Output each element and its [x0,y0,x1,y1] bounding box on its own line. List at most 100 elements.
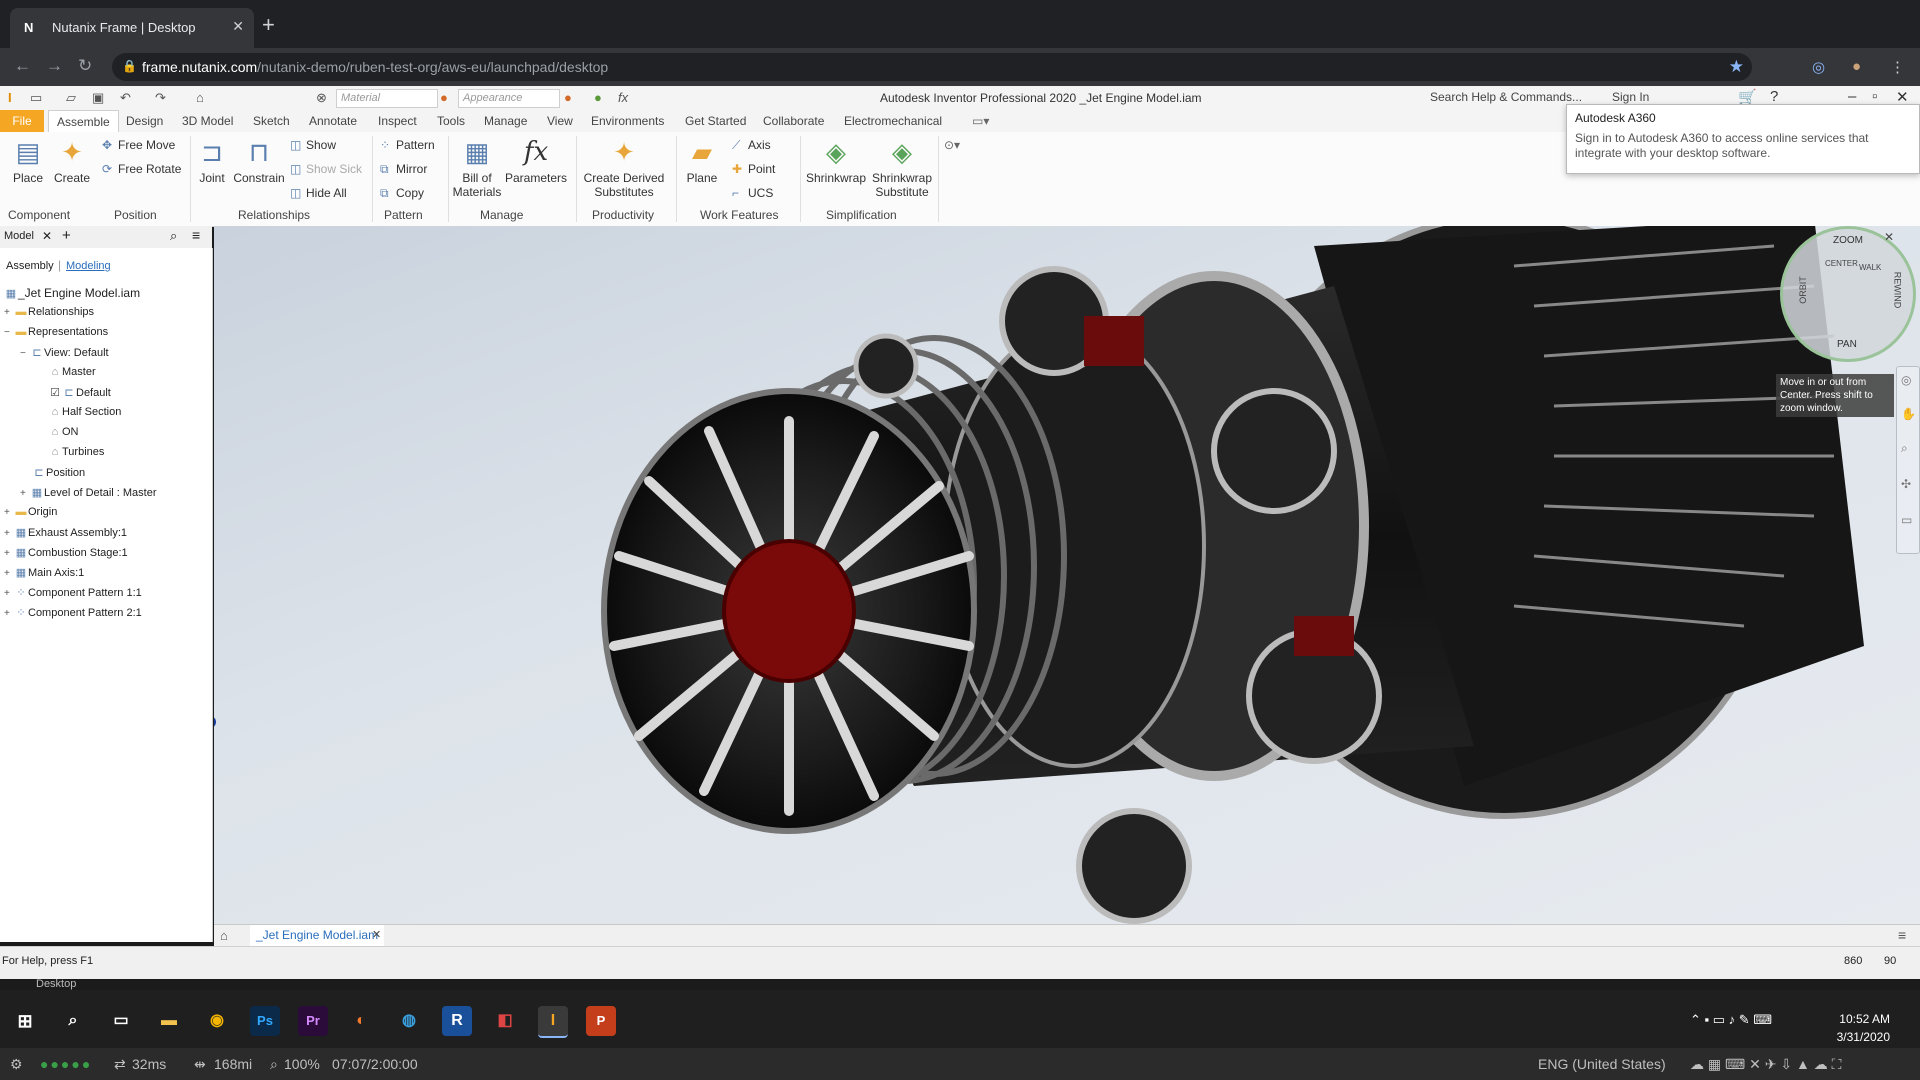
constrain-button[interactable]: ⊓ Constrain [232,136,286,185]
free-rotate-button[interactable]: ⟳ Free Rotate [102,162,181,176]
group-simplification[interactable]: Simplification [826,208,897,222]
collapse-icon[interactable]: − [4,327,14,338]
expand-icon[interactable]: + [4,588,14,599]
forward-icon[interactable]: → [46,56,63,76]
minimize-icon[interactable]: – [1848,88,1856,105]
adjust-appearance-icon[interactable]: ● [594,90,602,105]
blender-icon[interactable]: ◐ [346,1006,376,1036]
tree-item[interactable]: + ▬ Relationships [4,306,94,318]
document-tab[interactable]: _Jet Engine Model.iam [250,925,385,948]
photoshop-icon[interactable]: Ps [250,1006,280,1036]
expand-icon[interactable]: + [4,528,14,539]
plane-button[interactable]: ▰ Plane [682,136,722,185]
tab-collaborate[interactable]: Collaborate [763,114,824,128]
maximize-icon[interactable]: ▫ [1872,88,1877,105]
close-document-icon[interactable]: ✕ [372,928,381,941]
pattern-button[interactable]: ⁘ Pattern [380,138,435,152]
orbit-icon[interactable]: ✣ [1901,477,1911,491]
expand-icon[interactable]: + [4,608,14,619]
home-tab-icon[interactable]: ⌂ [220,928,228,943]
tree-item[interactable]: − ⊏ View: Default [20,346,109,359]
steering-wheel[interactable]: ZOOM ORBIT CENTER WALK REWIND PAN [1780,226,1916,362]
tab-electromechanical[interactable]: Electromechanical [844,114,942,128]
search-icon[interactable]: ⌕ [170,228,177,244]
powerpoint-icon[interactable]: P [586,1006,616,1036]
expand-icon[interactable]: + [4,507,14,518]
group-pattern[interactable]: Pattern [384,208,423,222]
windows-start-icon[interactable]: ⊞ [10,1006,40,1036]
address-bar[interactable]: 🔒 frame.nutanix.com/nutanix-demo/ruben-t… [112,53,1752,81]
extension-icon[interactable]: ◎ [1812,58,1825,76]
close-wheel-icon[interactable]: ✕ [1884,230,1894,244]
model-tab[interactable]: Model [4,230,34,242]
create-button[interactable]: ✦ Create [52,136,92,185]
ucs-button[interactable]: ⌐ UCS [732,186,773,200]
pan-icon[interactable]: ✋ [1901,407,1916,421]
mirror-button[interactable]: ⧉ Mirror [380,162,427,177]
tree-item[interactable]: + ⁘ Component Pattern 2:1 [4,606,142,619]
tree-item[interactable]: − ▬ Representations [4,326,108,338]
center-wedge[interactable]: CENTER [1825,259,1858,268]
appearance-combo[interactable]: Appearance [458,89,560,108]
help-search-input[interactable]: Search Help & Commands... [1430,90,1582,104]
clear-appearance-icon[interactable]: ● [564,90,572,105]
place-button[interactable]: ▤ Place [8,136,48,185]
browser-tab[interactable]: N Nutanix Frame | Desktop ✕ [10,8,254,48]
system-clock[interactable]: 10:52 AM 3/31/2020 [1837,1010,1890,1046]
tab-file[interactable]: File [0,110,44,132]
collapse-icon[interactable]: − [20,348,30,359]
show-sick-button[interactable]: ◫ Show Sick [290,162,362,176]
shrinkwrap-substitute-button[interactable]: ◈ Shrinkwrap Substitute [870,136,934,199]
tab-design[interactable]: Design [126,114,163,128]
point-button[interactable]: ✚ Point [732,162,775,176]
close-tab-icon[interactable]: ✕ [232,18,244,35]
frame-tray-icons[interactable]: ☁ ▦ ⌨ ✕ ✈ ⇩ ▲ ☁ ⛶ [1690,1056,1841,1073]
document-menu-icon[interactable]: ≡ [1898,927,1906,943]
orbit-wedge[interactable]: ORBIT [1798,276,1808,304]
group-productivity[interactable]: Productivity [592,208,654,222]
tree-item[interactable]: + ▦ Exhaust Assembly:1 [4,526,127,539]
copy-button[interactable]: ⧉ Copy [380,186,424,201]
profile-avatar-icon[interactable]: ● [1852,58,1861,75]
group-manage[interactable]: Manage [480,208,523,222]
tree-item[interactable]: + ▬ Origin [4,506,57,518]
tray-icons[interactable]: ⌃ ▪ ▭ ♪ ✎ ⌨ [1690,1012,1772,1028]
back-icon[interactable]: ← [14,56,31,76]
pane-menu-icon[interactable]: ≡ [192,227,200,243]
star-icon[interactable]: ★ [1729,57,1744,77]
save-icon[interactable]: ▣ [92,90,104,106]
tab-environments[interactable]: Environments [591,114,664,128]
home-icon[interactable]: ⌂ [196,90,204,105]
new-file-icon[interactable]: ▭ [30,90,42,106]
tab-sketch[interactable]: Sketch [253,114,290,128]
edge-icon[interactable]: ◍ [394,1006,424,1036]
tree-item[interactable]: ⌂ Master [48,366,96,378]
add-pane-icon[interactable]: + [62,227,71,244]
app-icon[interactable]: ◧ [490,1006,520,1036]
group-position[interactable]: Position [114,208,157,222]
tab-annotate[interactable]: Annotate [309,114,357,128]
reload-icon[interactable]: ↻ [78,56,92,76]
file-explorer-icon[interactable]: ▬ [154,1006,184,1036]
tab-tools[interactable]: Tools [437,114,465,128]
inventor-taskbar-icon[interactable]: I [538,1006,568,1038]
hide-all-button[interactable]: ◫ Hide All [290,186,347,200]
joint-button[interactable]: ⊐ Joint [194,136,230,185]
tree-item[interactable]: ⌂ Half Section [48,406,122,418]
sign-in-button[interactable]: Sign In [1612,90,1649,104]
tab-manage[interactable]: Manage [484,114,527,128]
help-icon[interactable]: ? [1770,88,1778,105]
chrome-icon[interactable]: ◉ [202,1006,232,1036]
zoom-icon[interactable]: ⌕ [1901,441,1908,456]
tree-item[interactable]: ⊏ Position [32,466,85,479]
tree-item[interactable]: ⌂ Turbines [48,446,105,458]
ribbon-options-icon[interactable]: ▭▾ [972,114,989,128]
search-taskbar-icon[interactable]: ⌕ [58,1006,88,1036]
tree-item[interactable]: + ▦ Level of Detail : Master [20,486,157,499]
expand-icon[interactable]: + [4,548,14,559]
tab-inspect[interactable]: Inspect [378,114,417,128]
expand-icon[interactable]: + [4,568,14,579]
tab-view[interactable]: View [547,114,573,128]
graphics-viewport[interactable]: ZOOM ORBIT CENTER WALK REWIND PAN ✕ Move… [214,226,1920,926]
rewind-wedge[interactable]: REWIND [1892,272,1902,309]
